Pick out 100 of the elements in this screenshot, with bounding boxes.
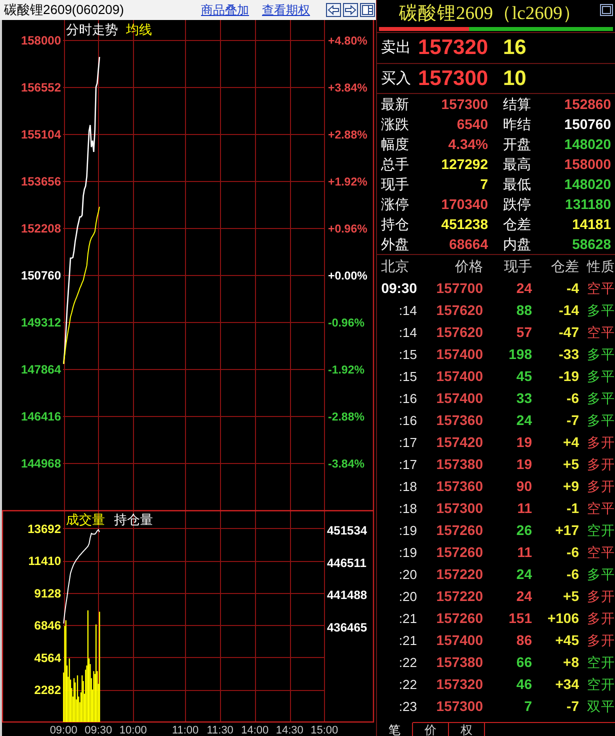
trade-time: :15 bbox=[398, 368, 417, 384]
axis-label: 146416 bbox=[20, 410, 61, 424]
trade-price: 157220 bbox=[436, 588, 483, 604]
trade-change: -4 bbox=[566, 280, 579, 296]
legend-label: 均线 bbox=[126, 22, 152, 37]
axis-label: 451534 bbox=[327, 524, 368, 538]
stat-value: 7 bbox=[480, 176, 488, 192]
axis-label: 152208 bbox=[20, 222, 61, 236]
trade-time: :17 bbox=[398, 434, 417, 450]
column-header: 北京 bbox=[381, 258, 409, 274]
trade-price: 157260 bbox=[436, 544, 483, 560]
axis-label: -0.96% bbox=[328, 318, 364, 330]
stat-label: 涨跌 bbox=[381, 116, 409, 132]
trade-type: 多开 bbox=[587, 610, 615, 626]
stat-value: 68664 bbox=[449, 236, 488, 252]
trade-change: -6 bbox=[566, 544, 579, 560]
axis-label: 2282 bbox=[34, 683, 61, 698]
axis-label: +2.88% bbox=[328, 130, 368, 142]
trade-price: 157360 bbox=[436, 478, 483, 494]
trade-type: 多平 bbox=[587, 368, 615, 384]
trade-change: +34 bbox=[555, 676, 579, 692]
axis-label: +3.84% bbox=[328, 82, 368, 94]
trade-price: 157380 bbox=[436, 654, 483, 670]
trade-price: 157620 bbox=[436, 302, 483, 318]
trade-volume: 198 bbox=[508, 346, 532, 362]
trade-change: +5 bbox=[563, 456, 579, 472]
axis-label: 11:00 bbox=[172, 724, 199, 736]
stat-label: 现手 bbox=[381, 176, 409, 192]
trade-change: +8 bbox=[563, 654, 579, 670]
tab[interactable]: 价 bbox=[413, 722, 449, 736]
trade-volume: 7 bbox=[524, 698, 532, 714]
stat-value: 158000 bbox=[564, 156, 611, 172]
trade-time: :19 bbox=[398, 522, 417, 538]
trade-type: 多平 bbox=[587, 566, 615, 582]
left-arrow-icon[interactable] bbox=[326, 3, 341, 17]
axis-label: 09:30 bbox=[84, 724, 112, 736]
axis-label: 10:00 bbox=[119, 724, 147, 736]
trade-volume: 26 bbox=[516, 522, 532, 538]
trade-volume: 24 bbox=[516, 412, 532, 428]
trade-type: 多开 bbox=[587, 588, 615, 604]
window-icon[interactable] bbox=[600, 4, 613, 16]
axis-label: 6846 bbox=[34, 618, 61, 633]
trade-type: 空平 bbox=[587, 500, 615, 516]
contract-title: 碳酸锂2609(060209) bbox=[4, 2, 124, 18]
trade-price: 157300 bbox=[436, 698, 483, 714]
axis-label: -2.88% bbox=[328, 412, 364, 424]
order-price: 157320 bbox=[418, 36, 488, 60]
trade-change: -14 bbox=[558, 302, 579, 318]
right-arrow-icon[interactable] bbox=[343, 3, 358, 17]
trade-time: :22 bbox=[398, 676, 417, 692]
trade-time: :16 bbox=[398, 412, 417, 428]
order-price: 157300 bbox=[418, 66, 488, 90]
trade-type: 空开 bbox=[587, 522, 615, 538]
trade-volume: 19 bbox=[516, 434, 532, 450]
trade-time: :21 bbox=[398, 632, 417, 648]
stat-label: 持仓 bbox=[381, 216, 409, 232]
axis-label: +4.80% bbox=[328, 36, 368, 48]
trade-volume: 57 bbox=[516, 324, 532, 340]
trade-price: 157620 bbox=[436, 324, 483, 340]
axis-label: 441488 bbox=[327, 588, 368, 602]
axis-label: 158000 bbox=[20, 34, 61, 48]
toolbar-link[interactable]: 商品叠加 bbox=[201, 2, 249, 18]
axis-label: 156552 bbox=[20, 80, 61, 94]
trade-type: 多开 bbox=[587, 434, 615, 450]
quote-side-label: 买入 bbox=[381, 70, 411, 88]
trade-change: -6 bbox=[566, 566, 579, 582]
axis-label: 147864 bbox=[20, 362, 61, 376]
stat-label: 总手 bbox=[381, 156, 409, 172]
trade-price: 157360 bbox=[436, 412, 483, 428]
trade-type: 多平 bbox=[587, 302, 615, 318]
axis-label: 150760 bbox=[20, 268, 61, 282]
legend-label: 持仓量 bbox=[114, 512, 153, 527]
trade-type: 多开 bbox=[587, 632, 615, 648]
trade-change: +45 bbox=[555, 632, 579, 648]
stat-label: 外盘 bbox=[381, 236, 409, 252]
trade-volume: 86 bbox=[516, 632, 532, 648]
stat-value: 58628 bbox=[572, 236, 611, 252]
trade-type: 双平 bbox=[587, 698, 615, 714]
tab[interactable]: 权 bbox=[449, 722, 485, 736]
trade-time: 09:30 bbox=[381, 280, 417, 296]
column-header: 仓差 bbox=[551, 258, 579, 274]
trade-volume: 11 bbox=[517, 544, 532, 560]
axis-label: 11:30 bbox=[206, 724, 234, 736]
toolbar-link[interactable]: 查看期权 bbox=[262, 2, 310, 18]
trade-price: 157260 bbox=[436, 522, 483, 538]
panel-layout-icon[interactable] bbox=[360, 3, 375, 17]
trade-change: -19 bbox=[558, 368, 579, 384]
trade-type: 空开 bbox=[587, 654, 615, 670]
trade-volume: 19 bbox=[516, 456, 532, 472]
stat-value: 14181 bbox=[572, 216, 611, 232]
quote-side-label: 卖出 bbox=[381, 39, 411, 57]
stat-label: 最新 bbox=[381, 96, 409, 112]
trade-volume: 33 bbox=[516, 390, 532, 406]
axis-label: +0.00% bbox=[328, 270, 368, 282]
trade-volume: 66 bbox=[516, 654, 532, 670]
stat-label: 昨结 bbox=[503, 116, 531, 132]
trade-time: :18 bbox=[398, 500, 417, 516]
stat-label: 幅度 bbox=[381, 136, 409, 152]
trade-time: :15 bbox=[398, 346, 417, 362]
axis-label: 436465 bbox=[327, 620, 368, 634]
